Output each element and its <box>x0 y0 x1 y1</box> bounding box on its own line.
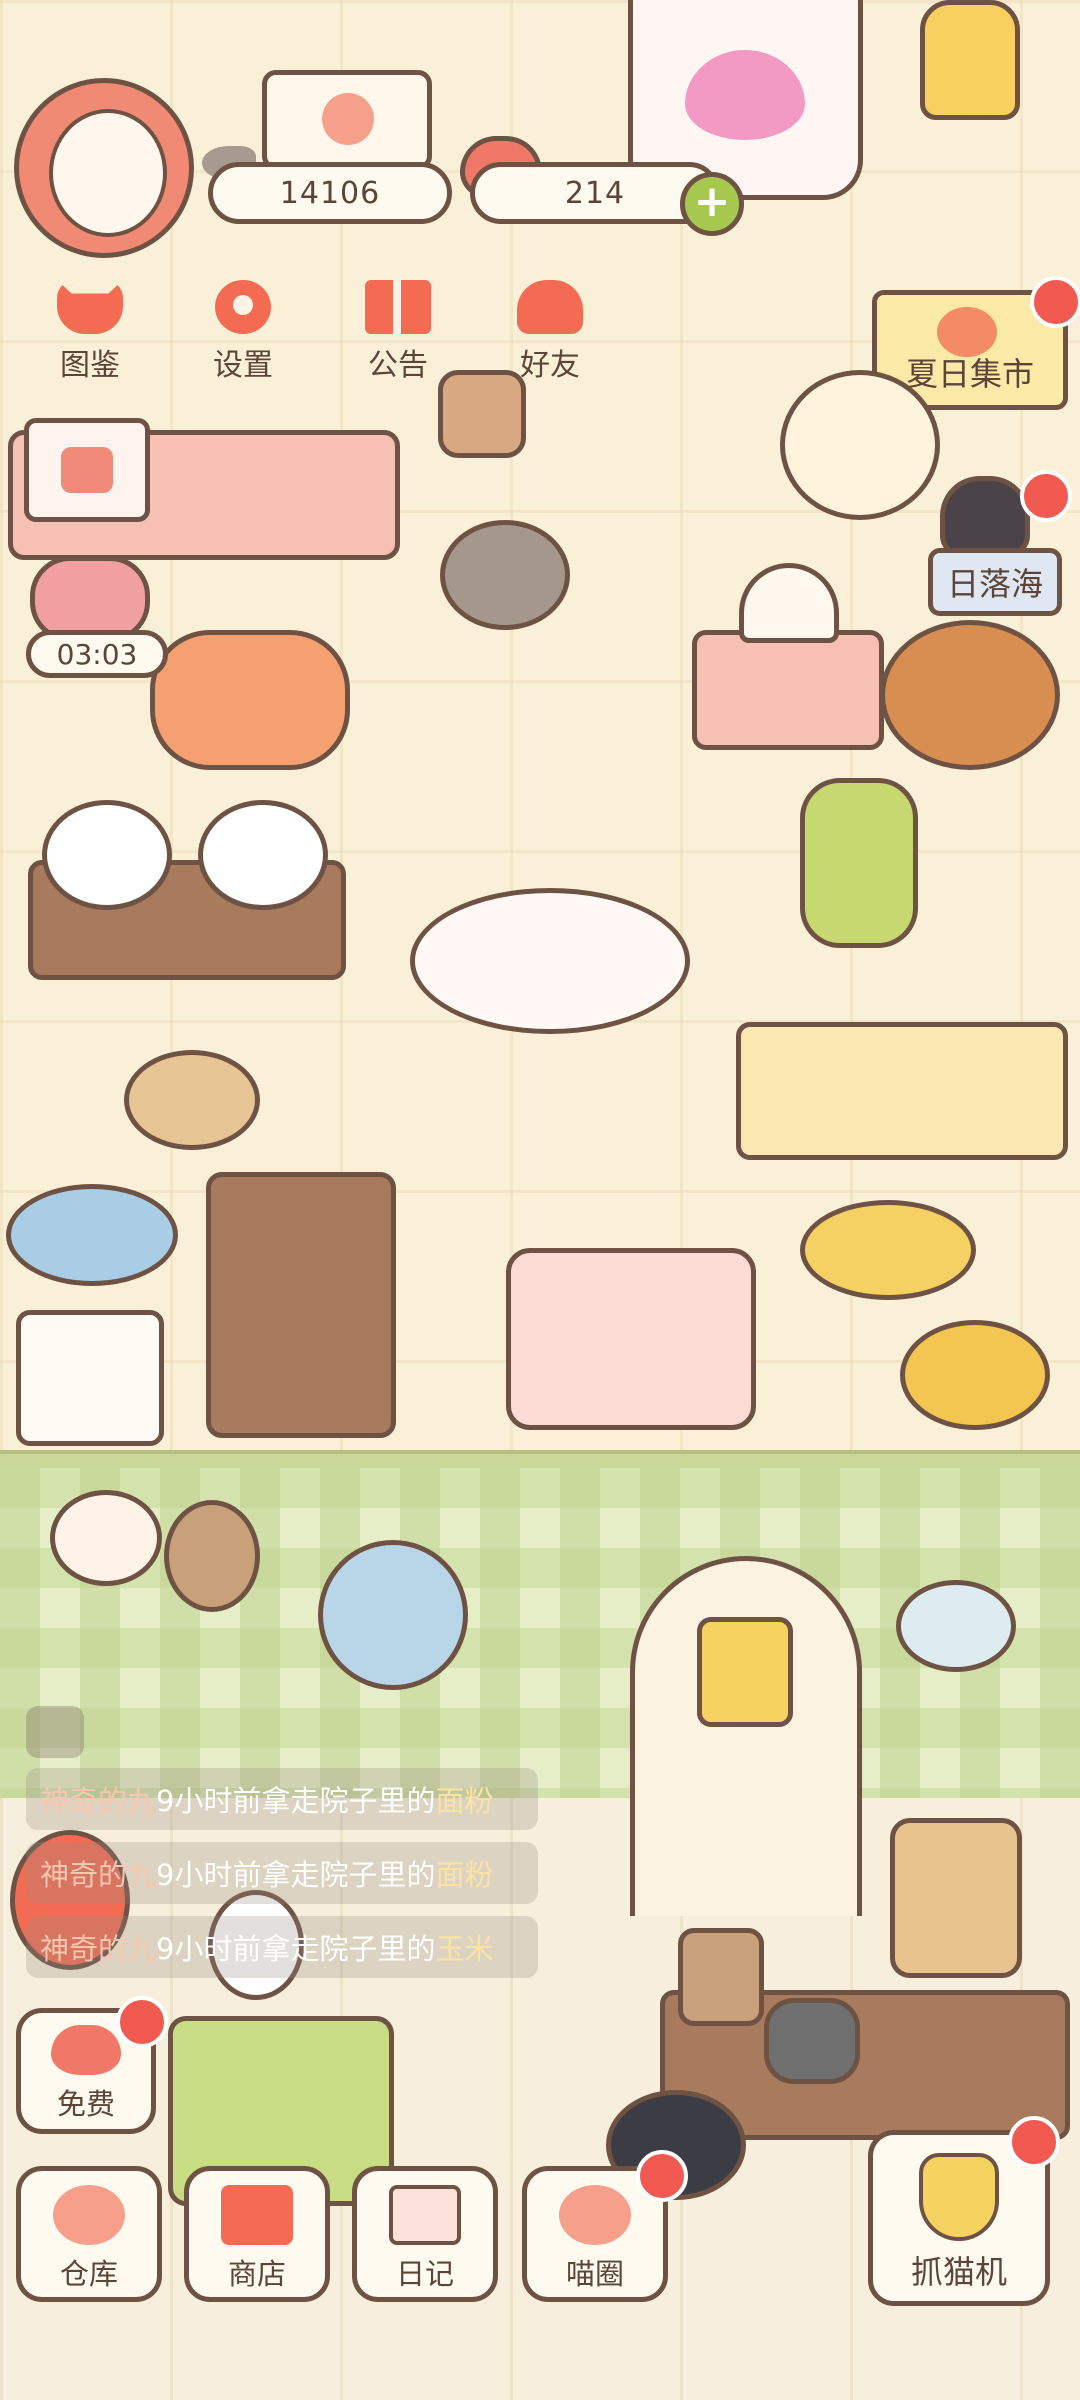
warehouse-icon <box>53 2185 125 2245</box>
feed-user-name: 神奇的九 <box>40 1858 157 1892</box>
countdown-timer: 03:03 <box>26 630 168 678</box>
menu-catalog-button[interactable]: 图鉴 <box>30 272 150 384</box>
warehouse-button[interactable]: 仓库 <box>16 2166 162 2302</box>
round-table[interactable] <box>780 370 940 520</box>
tea-set-table[interactable] <box>736 1022 1068 1160</box>
basket-mortar[interactable] <box>16 1310 164 1446</box>
feed-item: 神奇的九 9小时前拿走院子里的 面粉 <box>26 1768 538 1830</box>
menu-settings-button[interactable]: 设置 <box>183 272 303 384</box>
feed-item-name: 面粉 <box>435 1784 494 1818</box>
friends-icon <box>517 280 583 334</box>
round-wall-mirror[interactable] <box>318 1540 468 1690</box>
timer-text: 03:03 <box>56 637 138 671</box>
cat-circle-badge <box>636 2150 688 2202</box>
claw-icon <box>919 2153 999 2241</box>
gift-icon <box>365 280 431 334</box>
lantern[interactable] <box>920 0 1020 120</box>
plus-icon: + <box>693 176 731 227</box>
menu-friends-button[interactable]: 好友 <box>490 272 610 384</box>
sunset-sea-badge <box>1020 470 1072 522</box>
pineapple-toy[interactable] <box>164 1500 260 1612</box>
gear-icon <box>215 280 271 334</box>
add-hearts-button[interactable]: + <box>680 172 744 236</box>
cat-circle-label: 喵圈 <box>565 2257 624 2291</box>
feed-text: 9小时前拿走院子里的 <box>156 1784 436 1818</box>
sunset-sea-label: 日落海 <box>946 565 1043 603</box>
black-cat-icon <box>940 476 1030 556</box>
feed-user-name: 神奇的九 <box>40 1784 157 1818</box>
arch-doorway[interactable] <box>630 1556 862 1916</box>
summer-market-badge <box>1030 276 1080 328</box>
menu-catalog-label: 图鉴 <box>60 348 120 383</box>
gumball-machine-1[interactable] <box>42 800 172 910</box>
diary-label: 日记 <box>395 2257 454 2291</box>
claw-machine-label: 抓猫机 <box>910 2253 1007 2291</box>
menu-notice-label: 公告 <box>368 348 428 383</box>
shop-label: 商店 <box>227 2257 286 2291</box>
cactus-pot[interactable] <box>678 1928 764 2026</box>
pink-cushion-bed[interactable] <box>506 1248 756 1430</box>
chat-bubble-icon[interactable] <box>26 1706 84 1758</box>
vase-plant[interactable] <box>896 1580 1016 1672</box>
catalog-cat-icon <box>57 280 123 334</box>
fish-count: 14106 <box>279 175 381 211</box>
yarn-cabinet[interactable] <box>206 1172 396 1438</box>
feed-item-name: 面粉 <box>435 1858 494 1892</box>
feed-text: 9小时前拿走院子里的 <box>156 1932 436 1966</box>
shop-button[interactable]: 商店 <box>184 2166 330 2302</box>
feed-user-name: 神奇的九 <box>40 1932 157 1966</box>
sunflower-scratcher[interactable] <box>800 778 918 948</box>
cat-planet-icon <box>559 2185 631 2245</box>
potted-plant[interactable] <box>438 370 526 458</box>
player-avatar[interactable] <box>14 78 194 258</box>
tiger-cat[interactable] <box>880 620 1060 770</box>
wicker-chair[interactable] <box>890 1818 1022 1978</box>
flower-bush[interactable] <box>150 630 350 770</box>
free-badge <box>116 1996 168 2048</box>
tree-stump[interactable] <box>124 1050 260 1150</box>
hanging-charm[interactable] <box>697 1617 793 1727</box>
claw-machine-badge <box>1008 2116 1060 2168</box>
shop-icon <box>221 2185 293 2245</box>
feed-item: 神奇的九 9小时前拿走院子里的 玉米 <box>26 1916 538 1978</box>
duck-toy[interactable] <box>900 1320 1050 1430</box>
gumball-machine-2[interactable] <box>198 800 328 910</box>
diary-button[interactable]: 日记 <box>352 2166 498 2302</box>
fish-counter: 14106 <box>208 162 452 224</box>
cake-dome-table[interactable] <box>692 563 884 750</box>
feed-item-name: 玉米 <box>435 1932 494 1966</box>
note-board[interactable] <box>24 418 150 522</box>
feed-item: 神奇的九 9小时前拿走院子里的 面粉 <box>26 1842 538 1904</box>
free-label: 免费 <box>56 2087 115 2121</box>
heart-icon <box>51 2025 121 2075</box>
warehouse-label: 仓库 <box>59 2257 118 2291</box>
flower-hanging-sign[interactable] <box>262 70 432 170</box>
oval-rug[interactable] <box>410 888 690 1034</box>
sunset-sea-sign: 日落海 <box>928 548 1062 616</box>
avatar-face <box>49 109 167 237</box>
feed-text: 9小时前拿走院子里的 <box>156 1858 436 1892</box>
menu-settings-label: 设置 <box>213 348 273 383</box>
ink-bottle[interactable] <box>764 1998 860 2084</box>
heart-count: 214 <box>564 175 626 211</box>
diary-icon <box>389 2185 461 2245</box>
bird-toy[interactable] <box>50 1490 162 1586</box>
menu-notice-button[interactable]: 公告 <box>338 272 458 384</box>
flower-icon <box>937 307 997 357</box>
grey-mouse-cat[interactable] <box>440 520 570 630</box>
yellow-cushion[interactable] <box>800 1200 976 1300</box>
ufo-lamp[interactable] <box>6 1184 178 1286</box>
